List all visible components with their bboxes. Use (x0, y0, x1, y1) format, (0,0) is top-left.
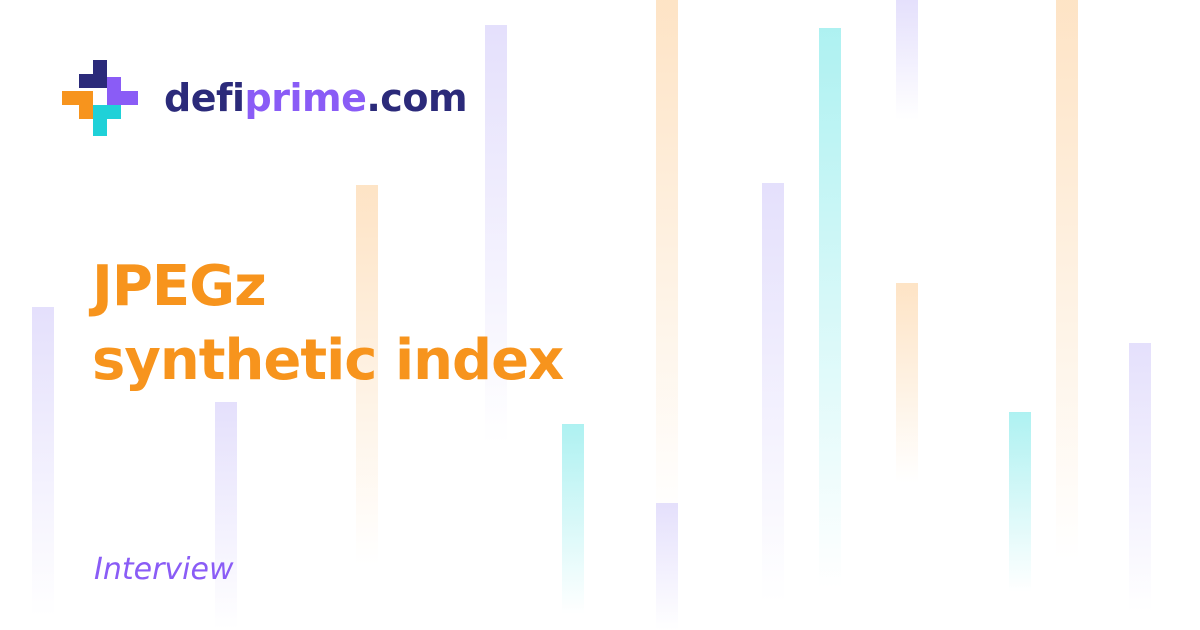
article-title-line-1: JPEGz (92, 254, 267, 319)
decor-bar (1009, 412, 1031, 592)
brand-name-prime: prime (244, 76, 367, 120)
decor-bar (762, 183, 784, 603)
decor-bar (1129, 343, 1151, 613)
decor-bar (656, 0, 678, 520)
decor-bar (896, 283, 918, 483)
brand-wordmark: defiprime.com (164, 76, 468, 120)
article-title-line-2: synthetic index (92, 328, 564, 393)
decor-bar (819, 28, 841, 588)
decor-bar (656, 503, 678, 630)
brand-logo: defiprime.com (62, 60, 468, 136)
og-card: defiprime.com JPEGz synthetic index Inte… (0, 0, 1200, 630)
article-title: JPEGz synthetic index (92, 250, 564, 398)
brand-name-tld: .com (366, 76, 468, 120)
brand-name-defi: defi (164, 76, 245, 120)
article-category: Interview (94, 552, 234, 587)
decor-bar (215, 402, 237, 630)
plus-blocks-logo-icon (62, 60, 138, 136)
decor-bar (562, 424, 584, 614)
decor-bar (1056, 0, 1078, 560)
decor-bar (896, 0, 918, 120)
decor-bar (32, 307, 54, 617)
